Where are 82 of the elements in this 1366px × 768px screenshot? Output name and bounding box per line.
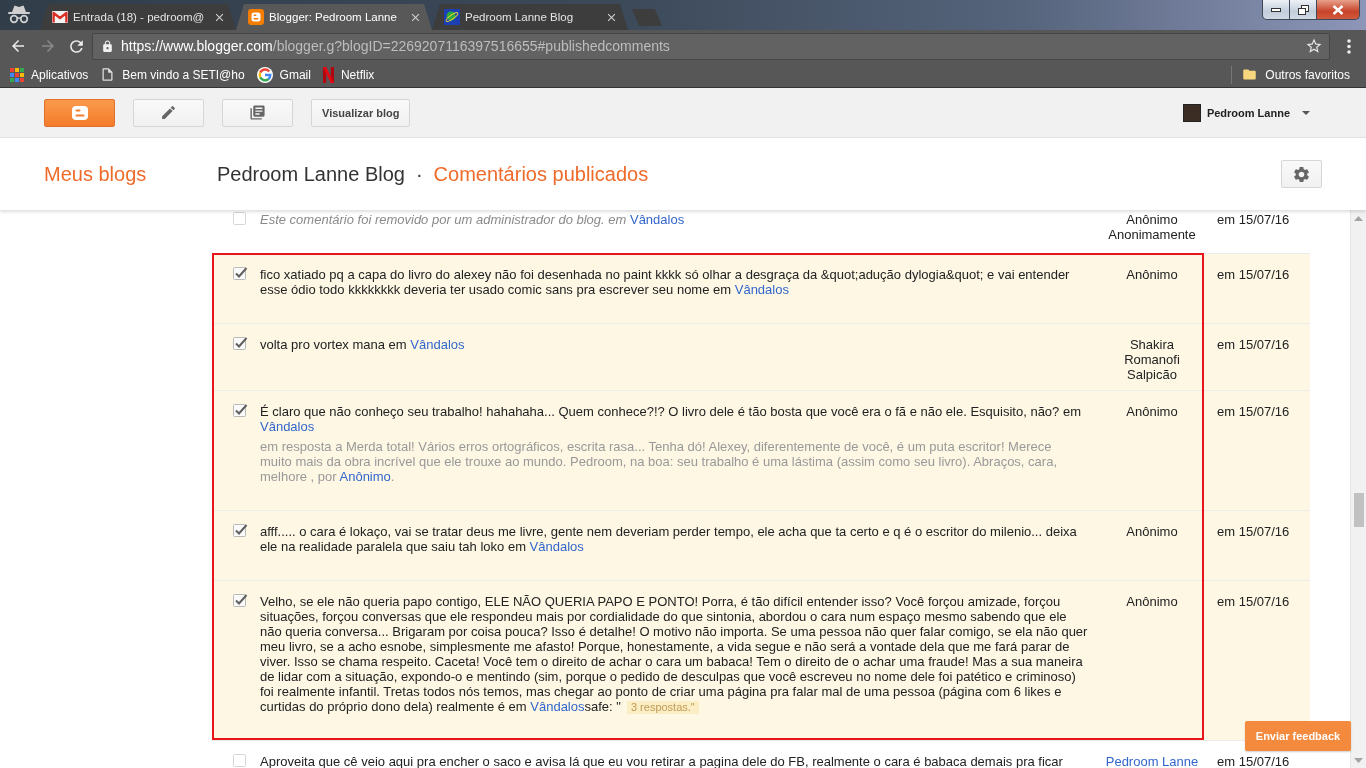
restore-button[interactable] <box>1290 0 1317 20</box>
title-separator: · <box>415 162 423 186</box>
caret-icon <box>1302 110 1310 115</box>
pencil-icon <box>160 104 177 121</box>
comment-text: volta pro vortex mana em Vândalos <box>260 337 466 352</box>
url-text: https://www.blogger.com/blogger.g?blogID=2269207116397516655#publishedcomments <box>121 38 670 54</box>
checkbox[interactable] <box>233 266 248 281</box>
comment-author: Anônimo <box>1126 524 1178 539</box>
my-blogs-link[interactable]: Meus blogs <box>44 162 147 185</box>
incognito-icon <box>6 4 32 24</box>
browser-tab[interactable]: Blogger: Pedroom Lanne <box>236 4 432 30</box>
bookmark-item[interactable]: Netflix <box>316 63 381 86</box>
lock-icon <box>101 39 114 53</box>
new-post-button[interactable] <box>133 98 204 127</box>
address-field[interactable]: https://www.blogger.com/blogger.g?blogID=2269207116397516655#publishedcomments <box>92 32 1330 60</box>
comment-author: Anônimo <box>1126 594 1178 609</box>
comment-text: É claro que não conheço seu trabalho! hahahaha... Quem conhece?!? O livro dele é tão bosta que você era o fã e não ele. Esquisito, não? em Vândalos <box>260 404 1082 434</box>
comment-date: em 15/07/16 <box>1217 337 1290 352</box>
comment-date: em 15/07/16 <box>1217 212 1290 227</box>
forward-arrow-icon <box>39 37 57 55</box>
blog-logo-icon <box>71 105 88 120</box>
checkbox[interactable] <box>233 403 248 418</box>
restore-icon <box>1297 4 1309 15</box>
comment-author: Shakira Romanofi Salpicão <box>1124 337 1180 382</box>
comment-text: afff..... o cara é lokaço, vai se tratar deus me livre, gente nem deveriam perder tempo, ele acha que ta certo e q é o escritor do milenio... deixa ele na realidade paralela que saiu tah loko em Vândalos <box>260 524 1078 554</box>
account-menu-button[interactable]: Pedroom Lanne <box>1182 103 1310 122</box>
pages-icon <box>249 104 266 121</box>
blogger-home-button[interactable] <box>44 98 115 127</box>
blog-logo-icon <box>248 9 264 25</box>
view-blog-button[interactable]: Visualizar blog <box>311 98 411 127</box>
checkbox[interactable] <box>233 336 248 351</box>
checkbox[interactable] <box>233 523 248 538</box>
comment-text: fico xatiado pq a capa do livro do alexey não foi desenhada no paint kkkk só olhar a desgraça da &quot;adução dylogia&quot; e vai entender esse ódio todo kkkkkkkk deveria ter usado comic sans pra escrever seu nome em Vândalos <box>260 267 1071 297</box>
posts-button[interactable] <box>222 98 293 127</box>
checkbox[interactable] <box>233 593 248 608</box>
bookmark-folder[interactable]: Outros favoritos <box>1236 63 1356 86</box>
close-icon <box>1332 4 1344 15</box>
comment-text: Aproveita que cê veio aqui pra encher o saco e avisa lá que eu vou retirar a pagina dele do FB, realmente o cara é babaca demais pra ficar <box>260 754 1064 768</box>
comment-author: Anônimo Anonimamente <box>1108 212 1196 242</box>
g-logo-icon <box>256 66 273 83</box>
comment-author: Anônimo <box>1126 404 1178 419</box>
settings-icon <box>1292 164 1311 184</box>
comment-date: em 15/07/16 <box>1217 404 1290 419</box>
comment-date: em 15/07/16 <box>1217 754 1290 768</box>
comment-date: em 15/07/16 <box>1217 524 1290 539</box>
blog-title: Pedroom Lanne Blog <box>217 162 405 186</box>
comment-text: Velho, se ele não queria papo contigo, ELE NÃO QUERIA PAPO E PONTO! Porra, é tão difícil entender isso? Você forçou amizade, forçou situações, forçou conversas que ele respondeu mais por cordialidade do que sintonia, abordou o cara num espaço mesmo sabendo que ele não queria conversa... Brigaram por coisa pouca? Isso é detalhe! O motivo não importa. Se uma pessoa não quer falar comigo, se ela não quer meu livro, se a acho esnobe, simplesmente me afasto! Porque, honestamente, a vida segue e não será a vontade dela que me fará parar de viver. Isso se chama respeito. Caceta! Você tem o direito de achar o cara um babaca! Tem o direito de o achar uma fraude! Mas a sua maneira de lidar com a situação, expondo-o e mentindo (sim, porque o pedido de desculpas que você escreveu no nome dele foi patético e criminoso) foi realmente infantil. Tretas todos nós temos, mas chegar ao ponto de criar uma página pra falar mal de uma pessoa (página com 6 likes e curtidas do próprio dono dela) realmente é em Vândalossafe: " 3 respostas." <box>260 594 1089 714</box>
post-link[interactable]: Vândalos <box>734 282 789 297</box>
reply-context: em resposta a Merda total! Vários erros ortográficos, escrita rasa... Tenha dó! Alexey, diferentemente de você, é um puta escritor! Merece muito mais da obra incrível que ele trouxe ao mundo. Pedroom, na boa: seu trabalho é uma lástima (assim como seu livro). Abraços, cara, melhore , por Anônimo. <box>260 439 1058 484</box>
n-logo-icon <box>322 66 334 83</box>
comment-text: Este comentário foi removido por um administrador do blog. em Vândalos <box>260 212 686 227</box>
bookmark-item[interactable]: Gmail <box>250 63 317 86</box>
envelope-icon <box>52 11 68 23</box>
section-title: Comentários publicados <box>433 162 649 186</box>
planet-icon <box>444 9 460 25</box>
bookmark-item[interactable]: Bem vindo a SETI@ho <box>94 63 251 86</box>
menu-icon <box>1347 38 1351 54</box>
scrollbar-thumb[interactable] <box>1353 493 1364 527</box>
comment-date: em 15/07/16 <box>1217 267 1290 282</box>
author-link[interactable]: Anônimo <box>339 469 391 484</box>
post-link[interactable]: Vândalos <box>629 212 685 227</box>
apps-grid-icon <box>10 67 24 82</box>
post-link[interactable]: Vândalos <box>529 539 584 554</box>
photo-placeholder <box>1182 103 1201 122</box>
minimize-icon <box>1271 7 1281 12</box>
folder-icon <box>1242 67 1258 82</box>
checkbox[interactable] <box>233 753 248 768</box>
page-icon <box>100 67 116 82</box>
post-link[interactable]: Vândalos <box>410 337 465 352</box>
minimize-button[interactable] <box>1262 0 1290 20</box>
settings-button[interactable] <box>1281 160 1322 188</box>
bookmark-item[interactable]: Aplicativos <box>4 63 95 86</box>
browser-tab[interactable]: Pedroom Lanne Blog <box>432 4 628 30</box>
post-link[interactable]: Vândalos <box>530 699 585 714</box>
checkbox[interactable] <box>233 211 248 226</box>
comment-date: em 15/07/16 <box>1217 594 1290 609</box>
author-link[interactable]: Pedroom Lanne <box>1105 754 1199 768</box>
star-icon <box>1305 37 1323 55</box>
browser-tab[interactable]: Entrada (18) - pedroom@ <box>40 4 236 30</box>
post-link[interactable]: Vândalos <box>260 419 315 434</box>
close-window-button[interactable] <box>1317 0 1360 20</box>
comment-author: Anônimo <box>1126 267 1178 282</box>
